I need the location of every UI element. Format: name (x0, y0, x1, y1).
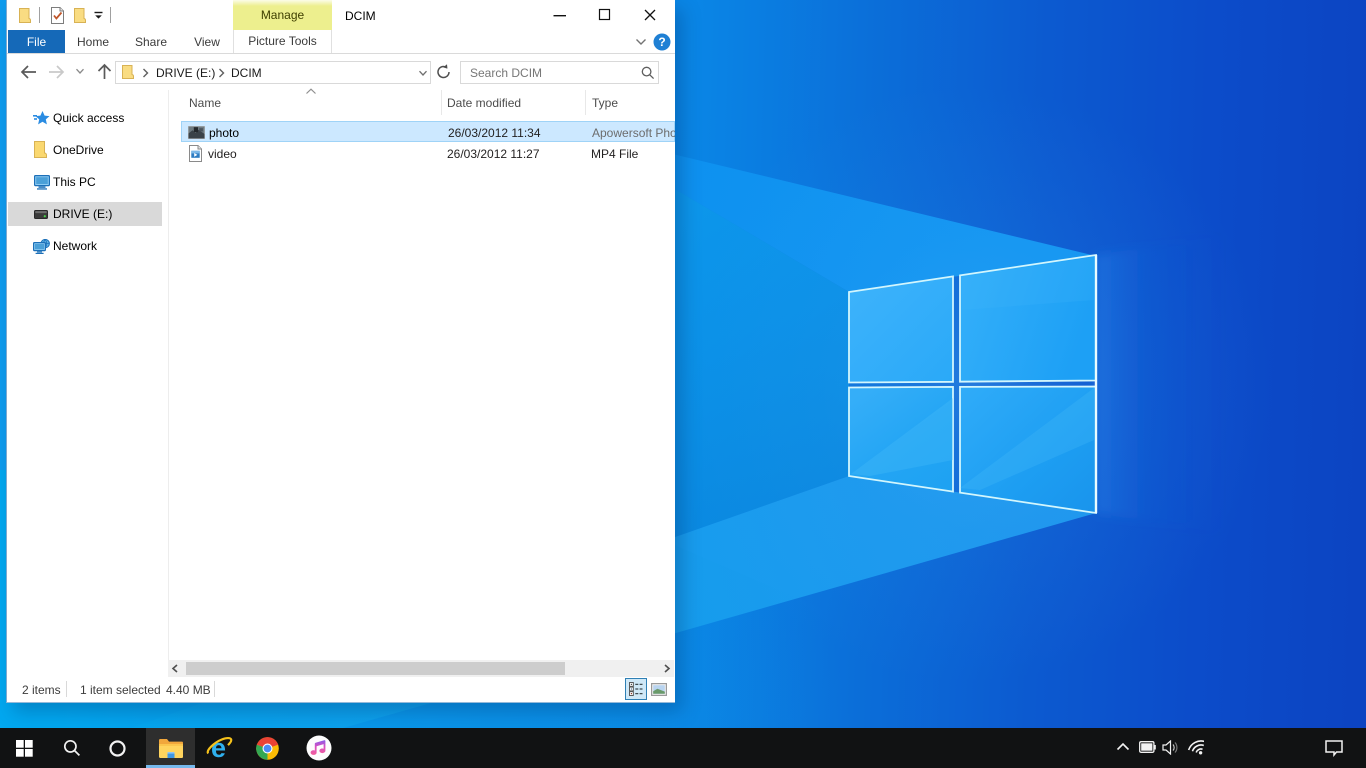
svg-text:?: ? (658, 35, 665, 49)
